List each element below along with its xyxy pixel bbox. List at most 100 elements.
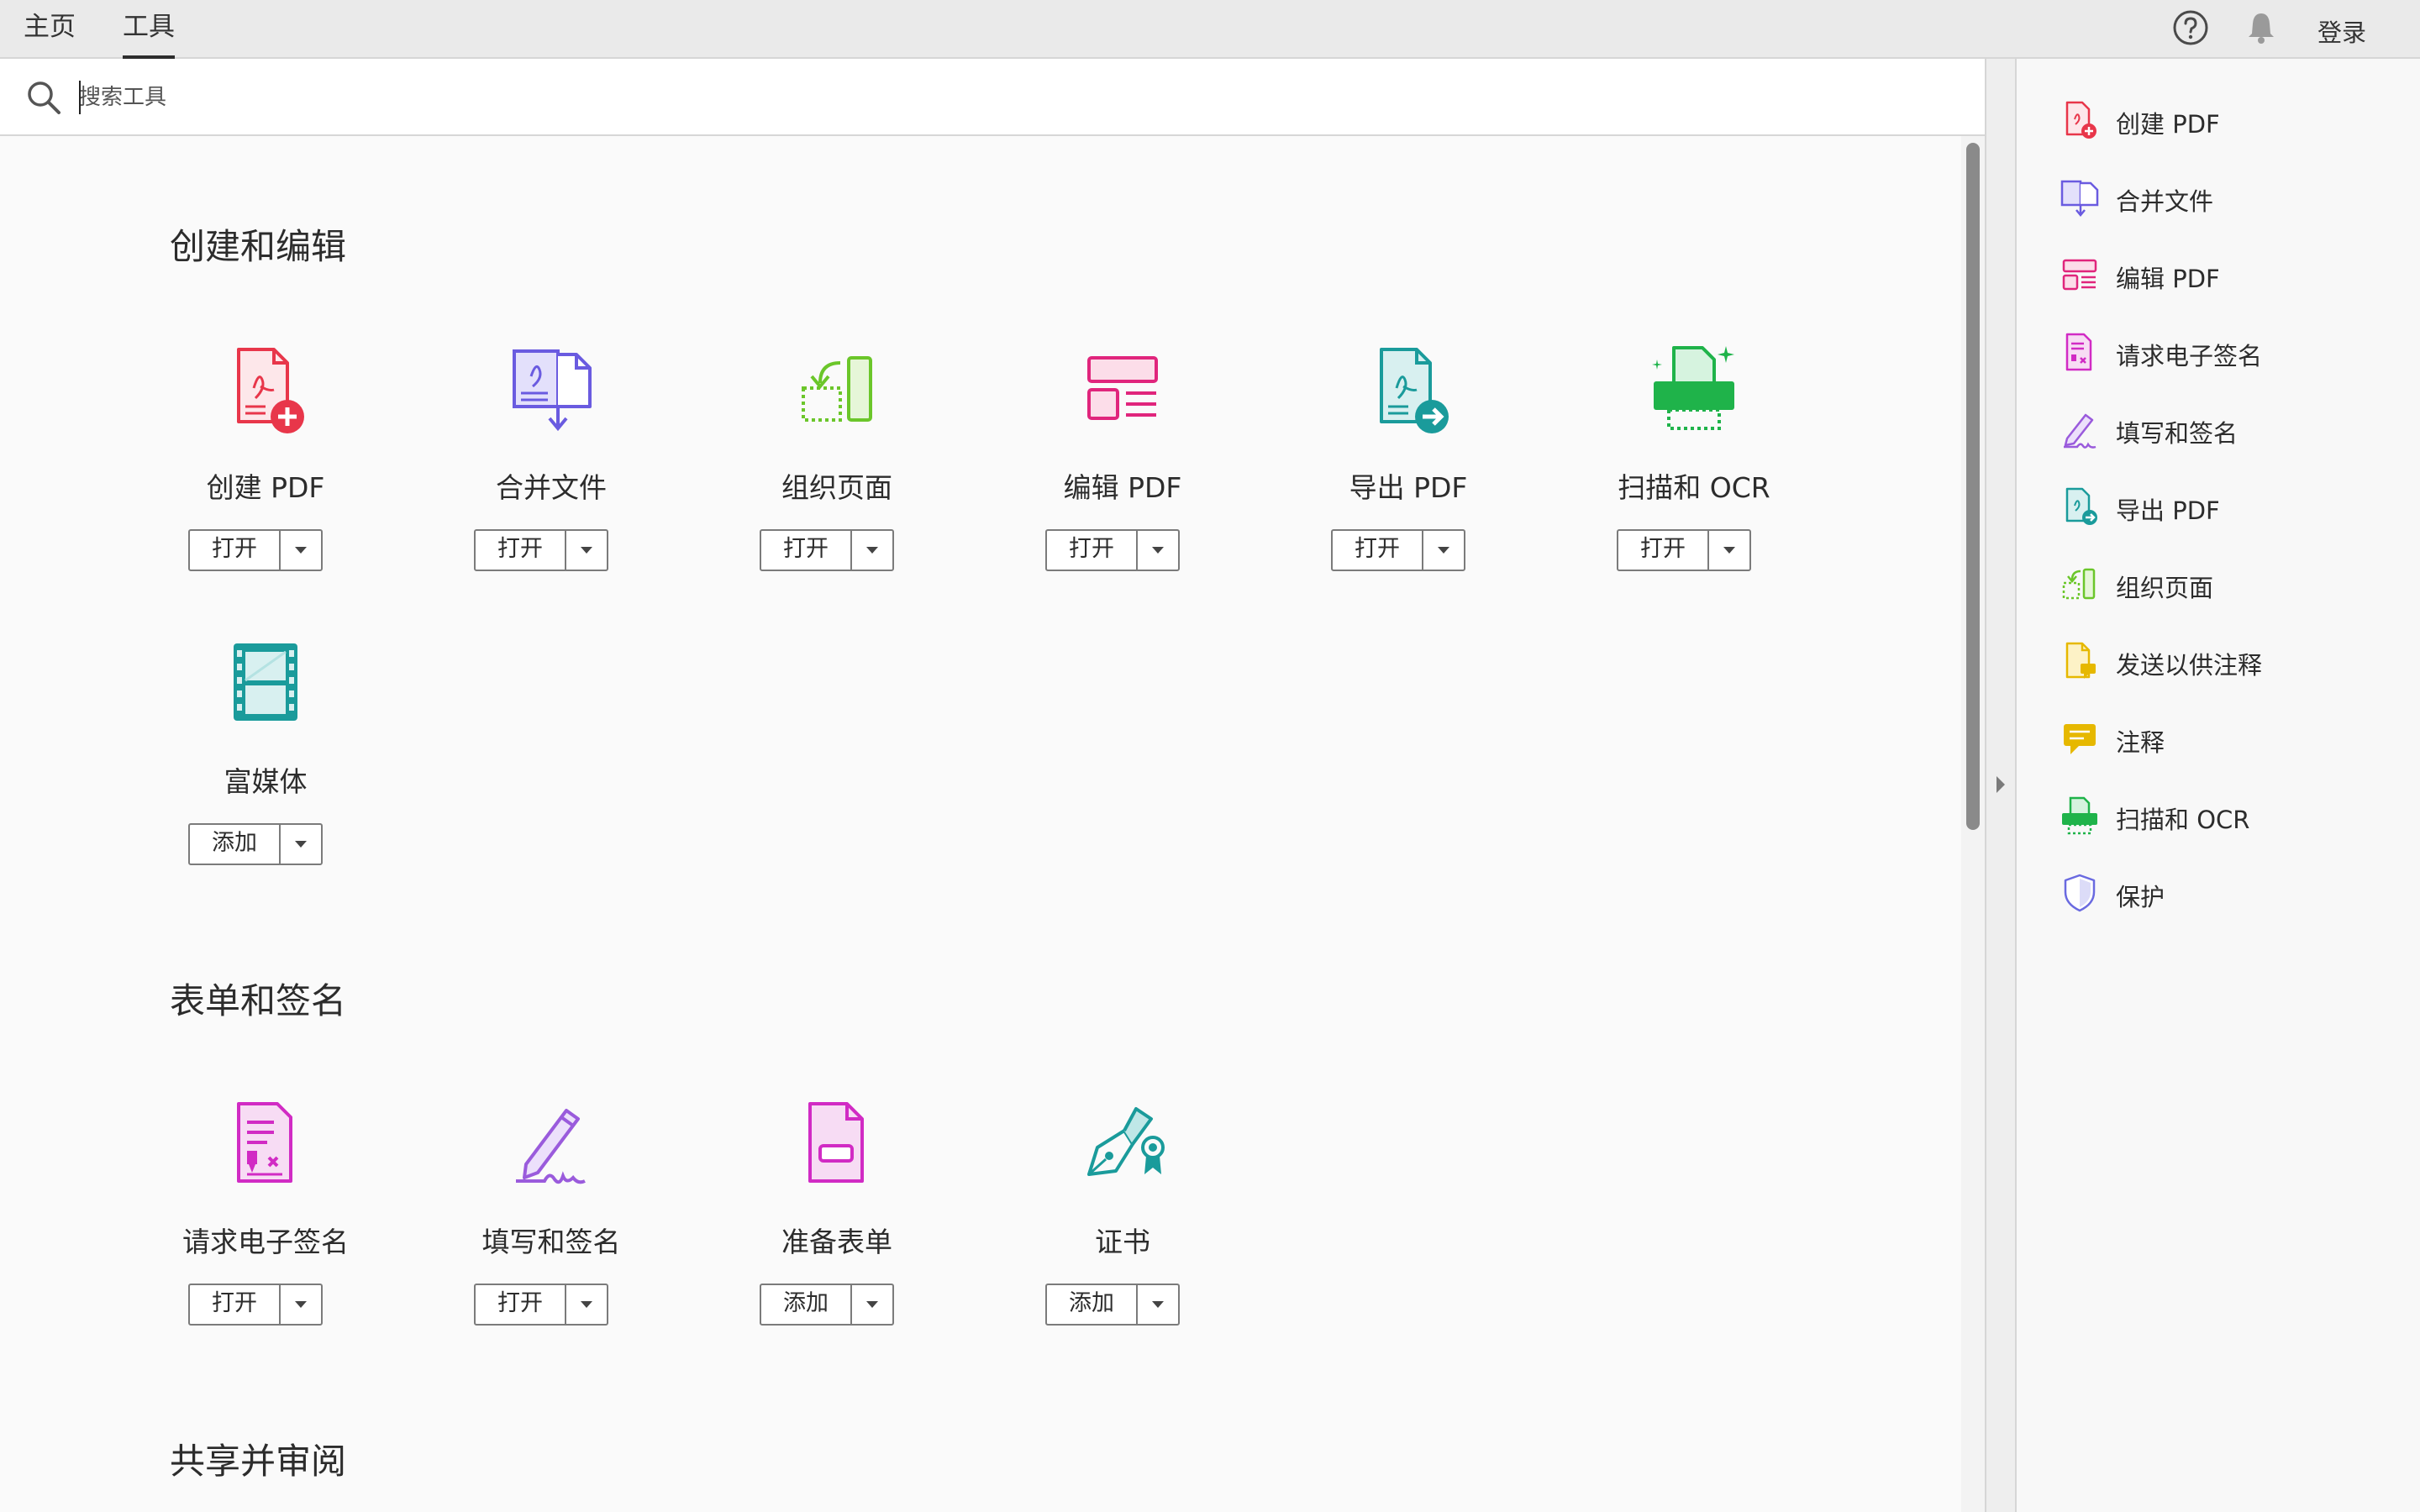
split-button: 打开 (1617, 529, 1751, 571)
chevron-right-icon[interactable] (1995, 774, 2007, 795)
tools-main-area: 创建和编辑 创建 PDF 打开 合并文件 打开 组织页面 打开 编辑 PDF 打… (0, 136, 1961, 1512)
open-button[interactable]: 打开 (476, 531, 566, 570)
search-input[interactable] (79, 79, 835, 116)
tab-home[interactable]: 主页 (24, 8, 76, 55)
right-item-organize-pages[interactable]: 组织页面 (2017, 554, 2420, 613)
open-button[interactable]: 打开 (761, 531, 852, 570)
add-button[interactable]: 添加 (190, 825, 281, 864)
combine-files-icon (513, 349, 592, 432)
right-item-comment[interactable]: 注释 (2017, 709, 2420, 768)
request-esign-icon (237, 1102, 292, 1183)
send-for-comment-icon (2065, 642, 2096, 679)
acrobat-window: 主页 工具 登录 创建和编辑 (0, 0, 2420, 1512)
tool-label: 请求电子签名 (182, 1226, 349, 1258)
caret-down-icon (1152, 547, 1164, 554)
right-item-protect[interactable]: 保护 (2017, 864, 2420, 922)
add-button[interactable]: 添加 (761, 1285, 852, 1324)
caret-down-icon (295, 1301, 307, 1308)
combine-files-icon (2060, 180, 2099, 217)
split-button: 打开 (188, 529, 323, 571)
shield-icon (2064, 874, 2096, 912)
dropdown-button[interactable] (281, 825, 321, 864)
caret-down-icon (295, 547, 307, 554)
dropdown-button[interactable] (1423, 531, 1464, 570)
edit-pdf-icon (1087, 356, 1158, 420)
login-link[interactable]: 登录 (2317, 13, 2366, 49)
right-item-send-for-comment[interactable]: 发送以供注释 (2017, 632, 2420, 690)
right-item-request-esign[interactable]: 请求电子签名 (2017, 323, 2420, 381)
caret-down-icon (581, 1301, 592, 1308)
right-item-fill-sign[interactable]: 填写和签名 (2017, 400, 2420, 459)
tool-label: 证书 (1095, 1226, 1150, 1258)
dropdown-button[interactable] (281, 531, 321, 570)
tool-label: 编辑 PDF (1063, 471, 1182, 504)
tool-create-pdf: 创建 PDF 打开 (123, 339, 408, 608)
request-esign-icon (2065, 333, 2092, 371)
tool-request-esign: 请求电子签名 打开 (123, 1094, 408, 1362)
tab-tools[interactable]: 工具 (123, 8, 175, 59)
dropdown-button[interactable] (852, 531, 892, 570)
caret-down-icon (1438, 547, 1449, 554)
right-item-scan-ocr[interactable]: 扫描和 OCR (2017, 786, 2420, 845)
split-button: 添加 (1045, 1284, 1180, 1326)
right-item-label: 请求电子签名 (2116, 342, 2263, 370)
panel-toggle-strip[interactable] (1985, 59, 2017, 1512)
dropdown-button[interactable] (281, 1285, 321, 1324)
edit-pdf-icon (2062, 259, 2097, 291)
comment-icon (2064, 724, 2096, 754)
split-button: 添加 (760, 1284, 894, 1326)
dropdown-button[interactable] (566, 531, 607, 570)
search-bar (0, 59, 1985, 136)
tool-prepare-form: 准备表单 添加 (694, 1094, 980, 1362)
tool-rich-media: 富媒体 添加 (123, 633, 408, 902)
right-item-create-pdf[interactable]: 创建 PDF (2017, 91, 2420, 150)
dropdown-button[interactable] (1138, 531, 1178, 570)
right-item-combine-files[interactable]: 合并文件 (2017, 168, 2420, 227)
tool-label: 扫描和 OCR (1618, 471, 1770, 504)
section-title-create-edit: 创建和编辑 (170, 226, 347, 267)
split-button: 打开 (760, 529, 894, 571)
caret-down-icon (1723, 547, 1735, 554)
caret-down-icon (1152, 1301, 1164, 1308)
open-button[interactable]: 打开 (190, 1285, 281, 1324)
open-button[interactable]: 打开 (1047, 531, 1138, 570)
caret-down-icon (295, 841, 307, 848)
scrollbar-thumb[interactable] (1966, 143, 1980, 830)
scan-ocr-icon (2062, 796, 2097, 835)
add-button[interactable]: 添加 (1047, 1285, 1138, 1324)
tool-export-pdf: 导出 PDF 打开 (1265, 339, 1551, 608)
right-item-export-pdf[interactable]: 导出 PDF (2017, 477, 2420, 536)
right-item-edit-pdf[interactable]: 编辑 PDF (2017, 245, 2420, 304)
open-button[interactable]: 打开 (476, 1285, 566, 1324)
tool-label: 创建 PDF (206, 471, 325, 504)
create-pdf-icon (2065, 101, 2096, 139)
dropdown-button[interactable] (852, 1285, 892, 1324)
right-item-label: 组织页面 (2116, 574, 2214, 602)
tool-combine-files: 合并文件 打开 (408, 339, 694, 608)
dropdown-button[interactable] (1709, 531, 1749, 570)
bell-icon[interactable] (2242, 8, 2281, 47)
tool-label: 准备表单 (781, 1226, 892, 1258)
create-pdf-icon (237, 348, 304, 433)
right-item-label: 扫描和 OCR (2116, 806, 2250, 834)
help-circle-icon[interactable] (2171, 8, 2210, 47)
split-button: 添加 (188, 823, 323, 865)
scan-ocr-icon (1652, 346, 1734, 430)
dropdown-button[interactable] (1138, 1285, 1178, 1324)
fill-sign-icon (516, 1109, 586, 1184)
dropdown-button[interactable] (566, 1285, 607, 1324)
tool-label: 导出 PDF (1349, 471, 1468, 504)
tool-certificate: 证书 添加 (980, 1094, 1265, 1362)
open-button[interactable]: 打开 (1333, 531, 1423, 570)
top-bar: 主页 工具 登录 (0, 0, 2420, 59)
right-item-label: 导出 PDF (2116, 496, 2220, 525)
caret-down-icon (581, 547, 592, 554)
open-button[interactable]: 打开 (1618, 531, 1709, 570)
tool-scan-ocr: 扫描和 OCR 打开 (1551, 339, 1837, 608)
caret-down-icon (866, 1301, 878, 1308)
tool-fill-sign: 填写和签名 打开 (408, 1094, 694, 1362)
tool-label: 富媒体 (224, 765, 308, 798)
open-button[interactable]: 打开 (190, 531, 281, 570)
right-item-label: 保护 (2116, 883, 2165, 911)
caret-down-icon (866, 547, 878, 554)
